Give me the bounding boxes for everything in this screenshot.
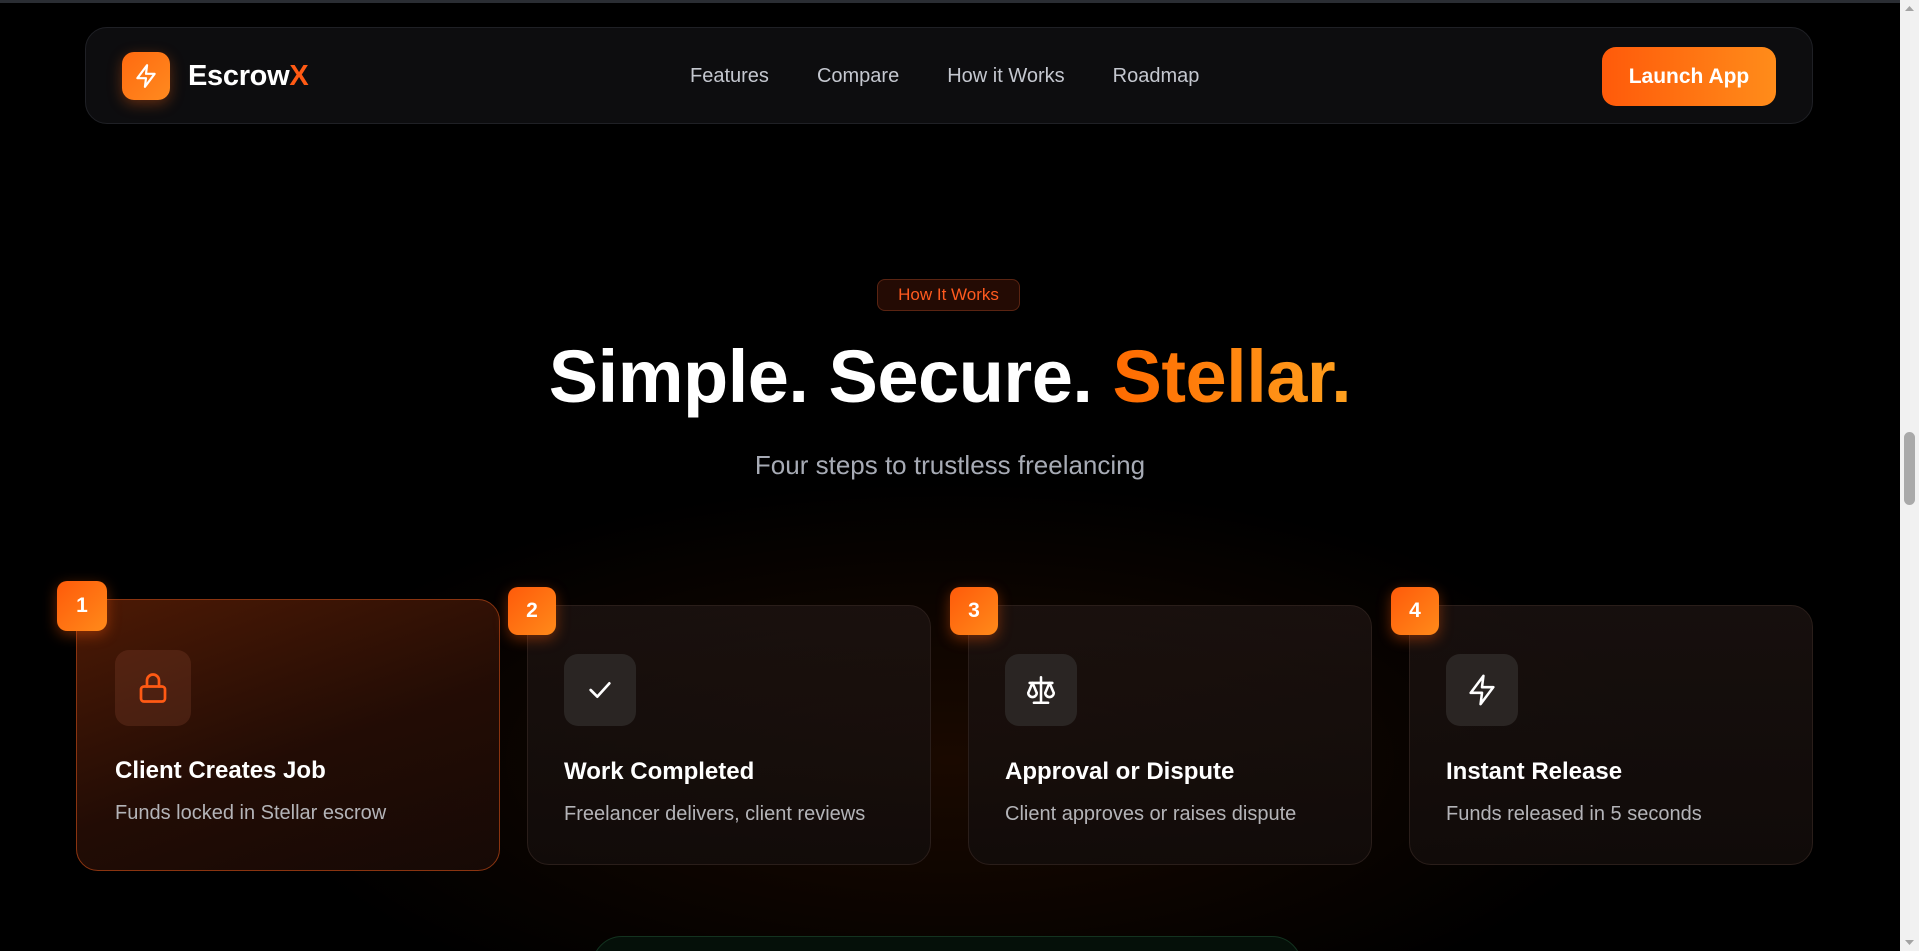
step-title: Approval or Dispute: [1005, 758, 1235, 785]
navbar: EscrowX Features Compare How it Works Ro…: [85, 27, 1813, 124]
nav-link-features[interactable]: Features: [690, 65, 769, 88]
section-eyebrow: How It Works: [877, 279, 1020, 311]
nav-link-roadmap[interactable]: Roadmap: [1113, 65, 1200, 88]
step-number-badge: 4: [1391, 587, 1439, 635]
step-description: Funds released in 5 seconds: [1446, 803, 1702, 825]
brand-accent: X: [289, 59, 309, 92]
lightning-logo-icon: [122, 52, 170, 100]
scroll-down-arrow-icon[interactable]: [1900, 934, 1919, 951]
step-title: Work Completed: [564, 758, 755, 785]
brand[interactable]: EscrowX: [122, 52, 309, 100]
brand-wordmark: EscrowX: [188, 59, 309, 93]
scale-icon: [1005, 654, 1077, 726]
lock-icon: [115, 650, 191, 726]
step-number-badge: 2: [508, 587, 556, 635]
scrollbar-thumb[interactable]: [1904, 432, 1915, 505]
step-card-2[interactable]: Work Completed Freelancer delivers, clie…: [527, 605, 931, 865]
step-description: Funds locked in Stellar escrow: [115, 802, 387, 824]
check-icon: [564, 654, 636, 726]
page: EscrowX Features Compare How it Works Ro…: [0, 0, 1900, 951]
brand-name: Escrow: [188, 59, 290, 92]
step-number-badge: 1: [57, 581, 107, 631]
step-title: Instant Release: [1446, 758, 1623, 785]
step-number-badge: 3: [950, 587, 998, 635]
step-description: Freelancer delivers, client reviews: [564, 803, 866, 825]
step-description: Client approves or raises dispute: [1005, 803, 1297, 825]
top-divider: [0, 0, 1900, 3]
section-subtitle: Four steps to trustless freelancing: [754, 450, 1146, 480]
step-card-1[interactable]: Client Creates Job Funds locked in Stell…: [76, 599, 500, 871]
step-card-4[interactable]: Instant Release Funds released in 5 seco…: [1409, 605, 1813, 865]
nav-link-compare[interactable]: Compare: [817, 65, 899, 88]
nav-links: Features Compare How it Works Roadmap: [690, 28, 1247, 125]
next-section-panel: [592, 936, 1302, 951]
title-main: Simple. Secure.: [548, 335, 1093, 418]
vertical-scrollbar[interactable]: [1900, 0, 1919, 951]
section-title: Simple. Secure. Stellar.: [0, 335, 1900, 419]
launch-app-button[interactable]: Launch App: [1602, 47, 1776, 106]
step-card-3[interactable]: Approval or Dispute Client approves or r…: [968, 605, 1372, 865]
scroll-up-arrow-icon[interactable]: [1900, 0, 1919, 17]
step-title: Client Creates Job: [115, 757, 326, 784]
title-accent: Stellar.: [1112, 335, 1352, 418]
lightning-icon: [1446, 654, 1518, 726]
nav-link-how-it-works[interactable]: How it Works: [947, 65, 1064, 88]
